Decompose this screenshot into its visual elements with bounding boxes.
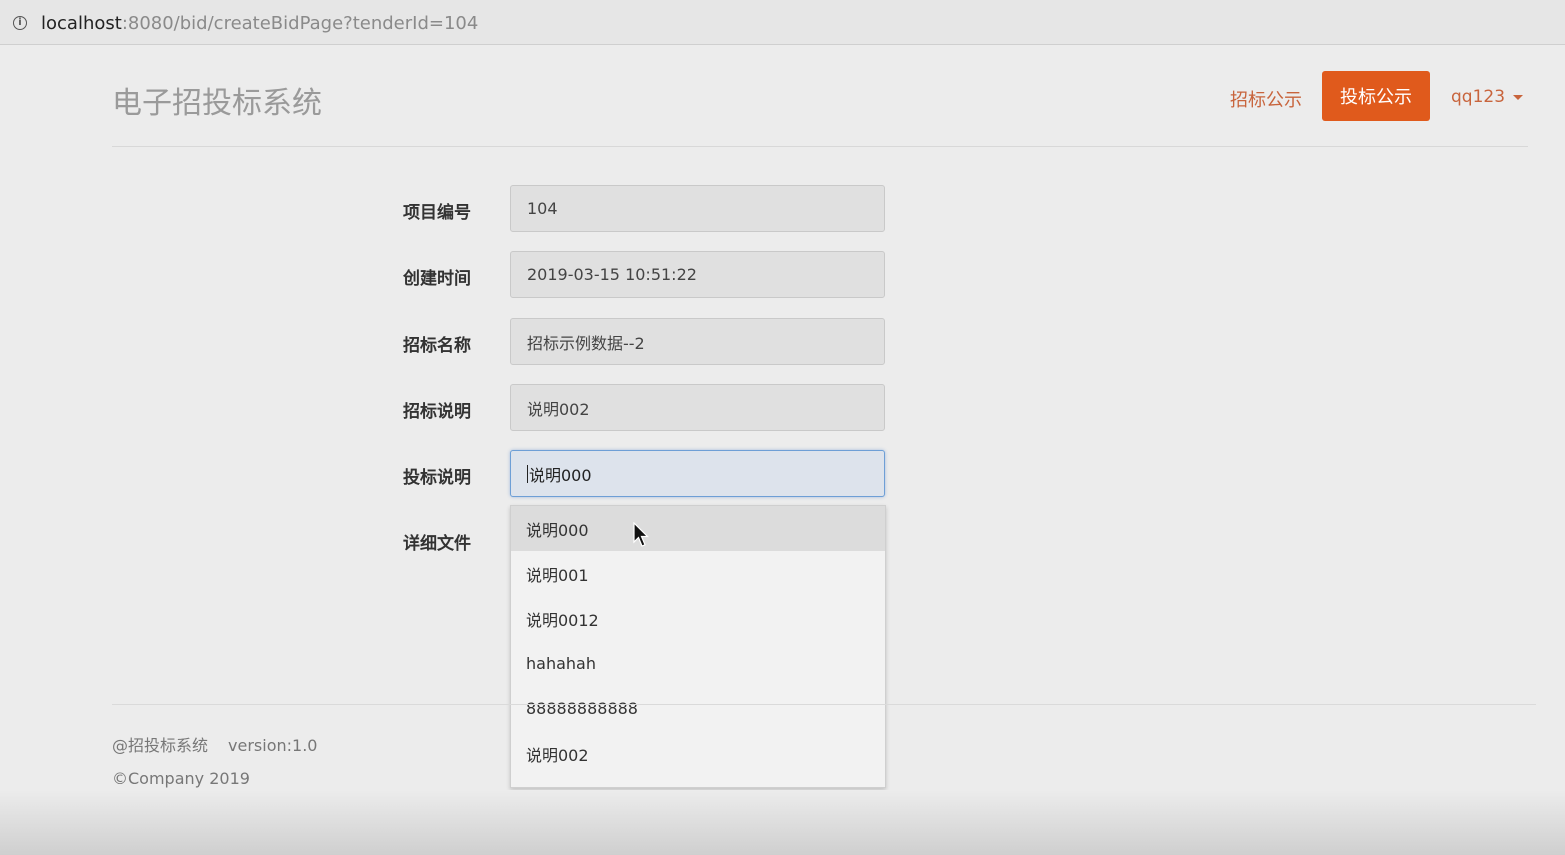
header-divider — [112, 146, 1528, 147]
created-time-field[interactable]: 2019-03-15 10:51:22 — [510, 251, 885, 298]
url-host: localhost — [41, 13, 122, 34]
autocomplete-option[interactable]: 说明002 — [511, 731, 885, 776]
project-no-field[interactable]: 104 — [510, 185, 885, 232]
footer-copyright: ©Company 2019 — [112, 769, 250, 788]
tender-name-field[interactable]: 招标示例数据--2 — [510, 318, 885, 365]
project-no-label: 项目编号 — [403, 203, 471, 223]
detail-file-label: 详细文件 — [403, 534, 471, 554]
autocomplete-option[interactable]: hahahah — [511, 641, 885, 686]
bid-desc-input[interactable]: 说明000 — [510, 450, 885, 497]
caret-down-icon — [1513, 94, 1524, 100]
info-icon[interactable]: i — [13, 16, 27, 30]
mouse-cursor-icon — [633, 522, 649, 547]
autocomplete-option[interactable]: 说明0012 — [511, 596, 885, 641]
created-time-label: 创建时间 — [403, 269, 471, 289]
autocomplete-dropdown[interactable]: 说明000 说明001 说明0012 hahahah 88888888888 说… — [510, 505, 886, 788]
tender-desc-field[interactable]: 说明002 — [510, 384, 885, 431]
footer-divider — [112, 704, 1536, 705]
footer-system-name: @招投标系统 — [112, 736, 209, 755]
browser-address-bar[interactable]: i localhost:8080/bid/createBidPage?tende… — [0, 0, 1565, 45]
bid-desc-label: 投标说明 — [403, 468, 471, 488]
nav-bid-notice[interactable]: 投标公示 — [1322, 71, 1430, 121]
footer-version: version:1.0 — [228, 736, 318, 755]
site-brand[interactable]: 电子招投标系统 — [112, 78, 322, 122]
url-field[interactable]: i localhost:8080/bid/createBidPage?tende… — [0, 3, 1565, 39]
nav-tender-notice[interactable]: 招标公示 — [1230, 86, 1302, 112]
url-text[interactable]: localhost:8080/bid/createBidPage?tenderI… — [41, 13, 478, 34]
bid-desc-value: 说明000 — [529, 465, 592, 485]
autocomplete-option[interactable]: 说明000 — [511, 506, 885, 551]
autocomplete-option[interactable]: 说明001 — [511, 551, 885, 596]
footer-line-1: @招投标系统 version:1.0 — [112, 732, 317, 756]
tender-desc-label: 招标说明 — [403, 402, 471, 422]
autocomplete-option[interactable]: 88888888888 — [511, 686, 885, 731]
user-name: qq123 — [1451, 87, 1506, 107]
bottom-fade — [0, 790, 1565, 855]
text-caret — [527, 464, 528, 483]
tender-name-label: 招标名称 — [403, 336, 471, 356]
url-path: :8080/bid/createBidPage?tenderId=104 — [121, 13, 479, 34]
user-menu[interactable]: qq123 — [1451, 87, 1524, 107]
